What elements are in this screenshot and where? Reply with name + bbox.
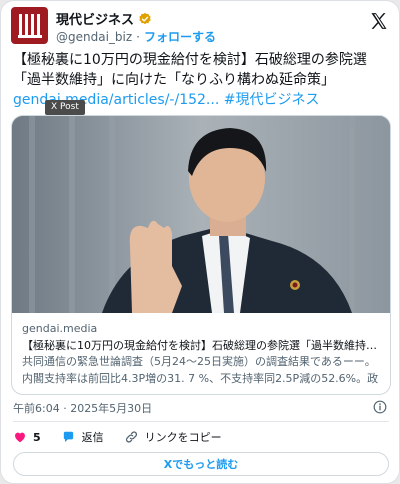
card-description: 共同通信の緊急世論調査（5月24〜25日実施）の調査結果であるーー。内閣支持率は… [22,355,379,385]
embedded-post-card: 現代ビジネス @gendai_biz · フォローする 【極秘裏に10万円の現金… [0,0,400,484]
follow-button[interactable]: フォローする [144,28,216,45]
display-name[interactable]: 現代ビジネス [56,9,134,28]
article-photo[interactable] [12,116,390,313]
copy-link-label: リンクをコピー [144,431,222,444]
post-body: 【極秘裏に10万円の現金給付を検討】石破総理の参院選「過半数維持」に向けた「なり… [13,52,367,88]
avatar[interactable] [11,7,48,44]
timestamp[interactable]: 午前6:04 · 2025年5月30日 [13,400,152,416]
meta-row: 午前6:04 · 2025年5月30日 [13,400,389,416]
heart-icon [15,432,25,443]
handle[interactable]: @gendai_biz [56,30,132,44]
action-bar: 5 返信 リンクをコピー [13,429,242,445]
copy-link-button[interactable]: リンクをコピー [124,429,222,445]
x-logo-icon[interactable] [369,11,389,31]
name-row: 現代ビジネス [56,9,152,28]
gendai-logo-icon [17,13,42,38]
verified-badge-icon [139,12,151,24]
tooltip: X Post [45,100,85,115]
article-link[interactable]: gendai.media/articles/-/152... [13,92,219,108]
handle-row: @gendai_biz · フォローする [56,28,216,45]
reply-button[interactable]: 返信 [61,429,104,445]
link-icon [125,431,137,443]
read-more-button[interactable]: Xでもっと読む [13,452,389,476]
card-domain: gendai.media [22,322,98,335]
card-title: 【極秘裏に10万円の現金給付を検討】石破総理の参院選「過半数維持」に向… [22,339,384,352]
like-button[interactable]: 5 [13,430,41,444]
info-icon[interactable] [373,400,387,414]
reply-icon [63,431,73,442]
separator-dot: · [136,29,140,44]
reply-label: 返信 [81,431,104,444]
divider [13,421,389,422]
hashtag-link[interactable]: #現代ビジネス [224,92,320,108]
post-header: 現代ビジネス @gendai_biz · フォローする [11,7,391,47]
link-preview-card[interactable]: gendai.media 【極秘裏に10万円の現金給付を検討】石破総理の参院選「… [11,115,391,395]
like-count: 5 [33,430,41,444]
